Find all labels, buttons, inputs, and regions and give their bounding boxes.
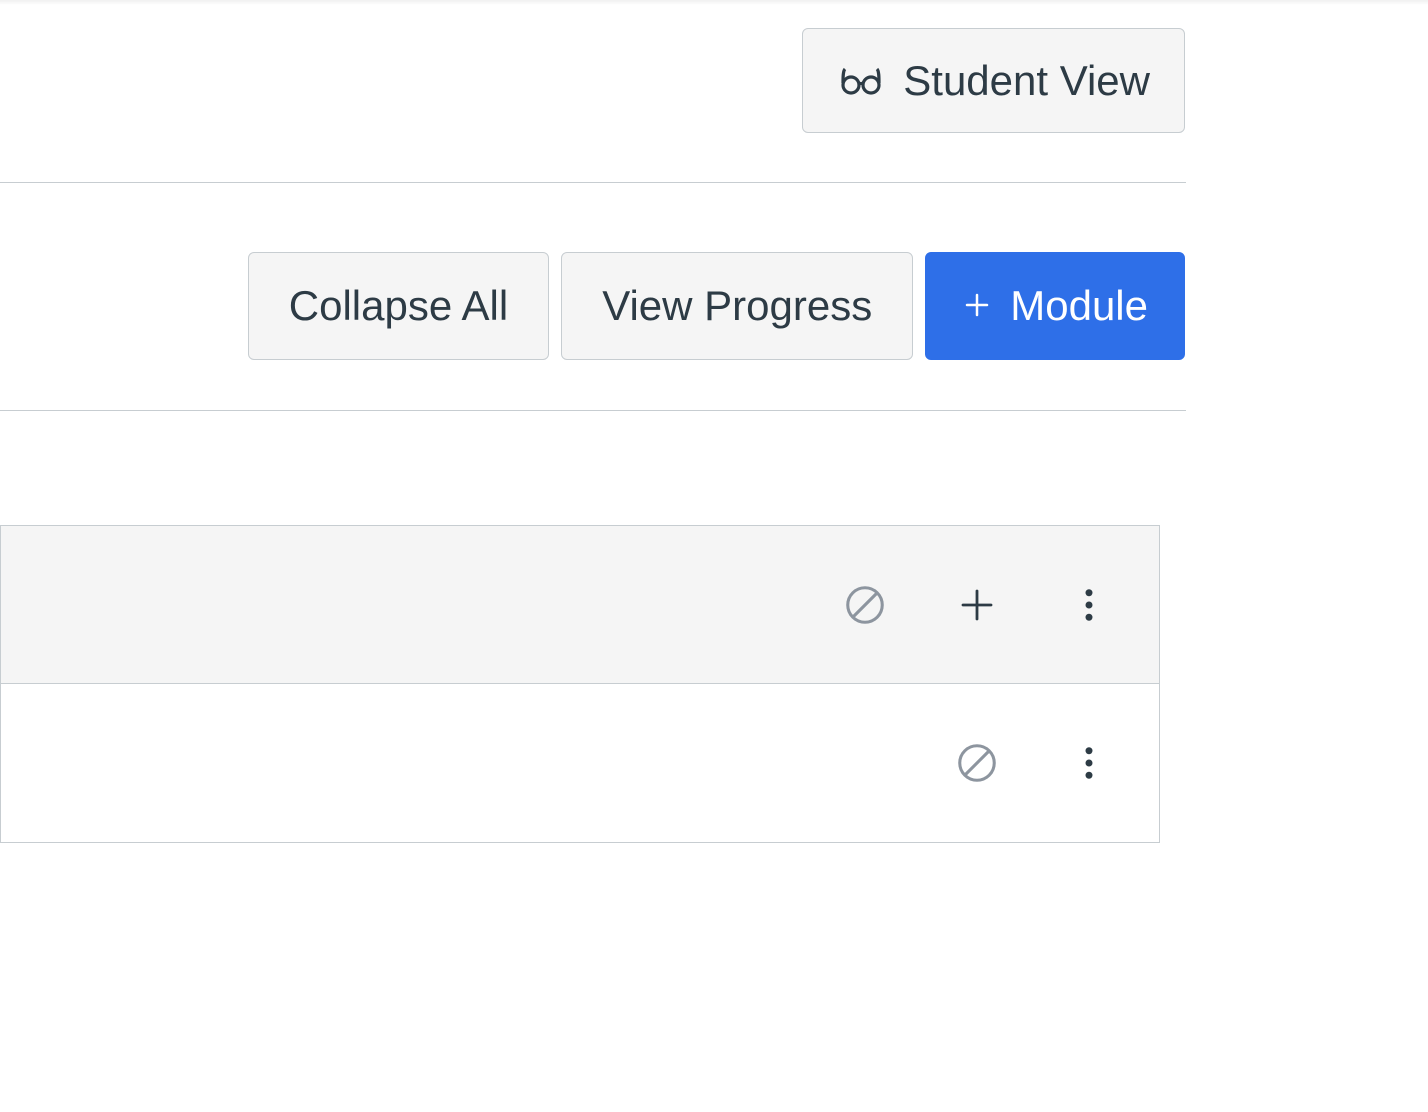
unpublished-icon[interactable] bbox=[837, 577, 893, 633]
view-progress-label: View Progress bbox=[602, 282, 872, 330]
student-view-button[interactable]: Student View bbox=[802, 28, 1185, 133]
unpublished-icon[interactable] bbox=[949, 735, 1005, 791]
divider bbox=[0, 410, 1186, 411]
module-container bbox=[0, 525, 1160, 843]
item-options-button[interactable] bbox=[1061, 735, 1117, 791]
divider bbox=[0, 182, 1186, 183]
add-module-button[interactable]: Module bbox=[925, 252, 1185, 360]
glasses-icon bbox=[837, 57, 885, 105]
module-header-row bbox=[1, 526, 1159, 684]
add-item-button[interactable] bbox=[949, 577, 1005, 633]
module-toolbar: Collapse All View Progress Module bbox=[248, 252, 1185, 360]
collapse-all-button[interactable]: Collapse All bbox=[248, 252, 549, 360]
view-progress-button[interactable]: View Progress bbox=[561, 252, 913, 360]
plus-icon bbox=[962, 282, 992, 330]
module-item-row bbox=[1, 684, 1159, 842]
module-options-button[interactable] bbox=[1061, 577, 1117, 633]
top-shadow bbox=[0, 0, 1428, 5]
add-module-label: Module bbox=[1010, 282, 1148, 330]
student-view-label: Student View bbox=[903, 57, 1150, 105]
collapse-all-label: Collapse All bbox=[289, 282, 508, 330]
